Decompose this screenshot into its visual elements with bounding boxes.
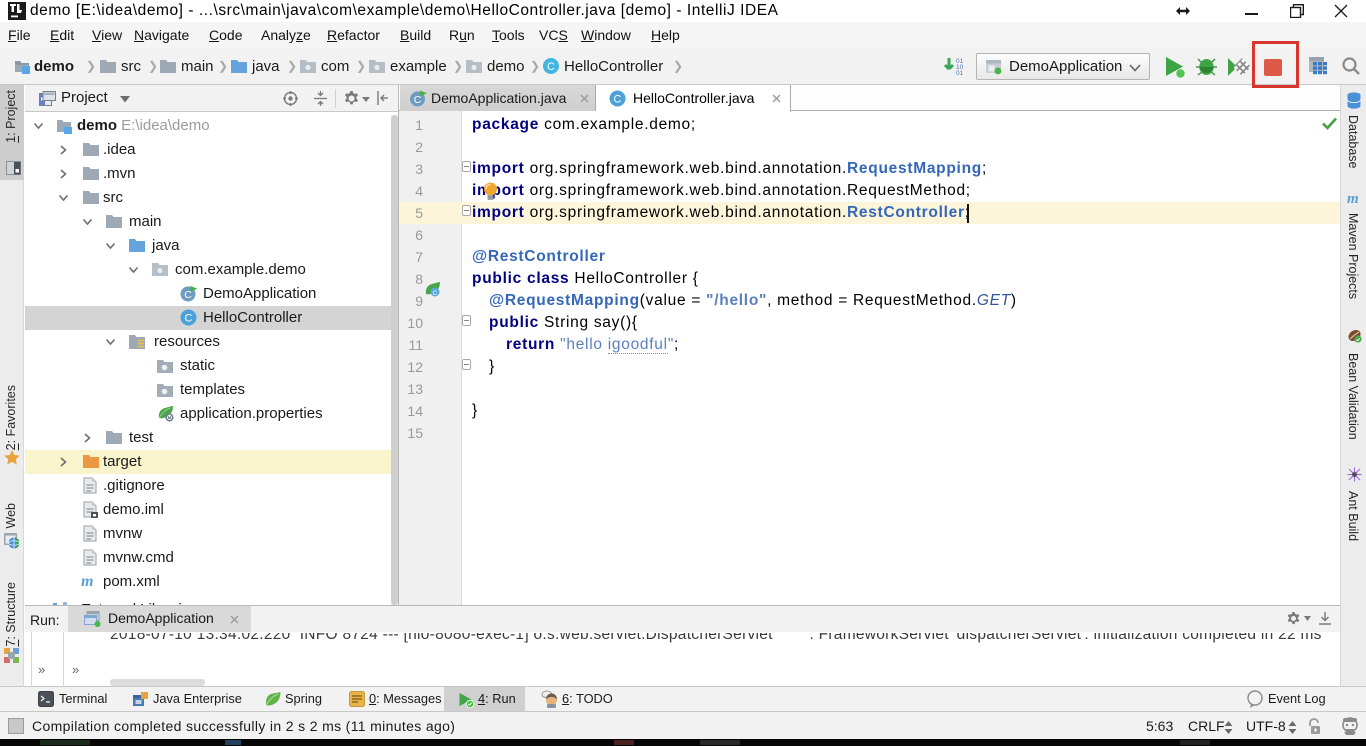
svg-text:01: 01 [956,70,964,76]
svg-text:m: m [81,573,93,589]
svg-text:C: C [614,94,622,106]
svg-text:C: C [433,290,438,297]
svg-text:C: C [547,61,555,73]
svg-text:C: C [185,313,193,325]
svg-text:m: m [1347,191,1359,205]
